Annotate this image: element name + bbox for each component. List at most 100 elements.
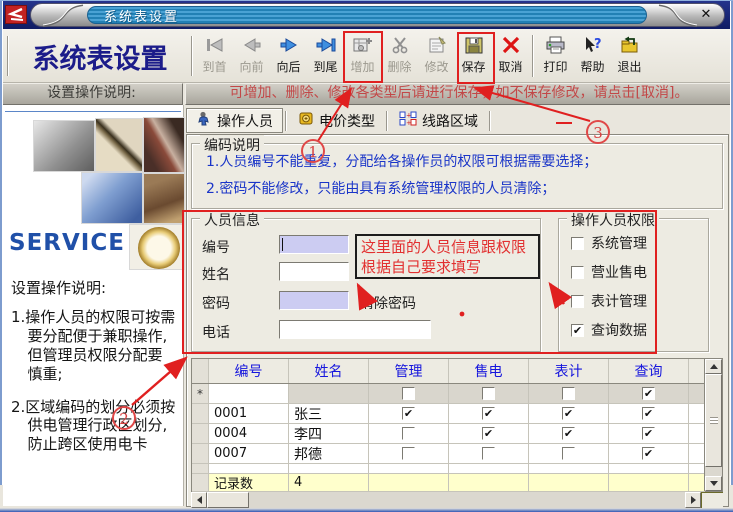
scroll-up-button[interactable] bbox=[705, 359, 722, 374]
checkbox[interactable] bbox=[402, 427, 415, 440]
permission-system-admin[interactable]: 系统管理 bbox=[571, 233, 647, 253]
price-type-icon bbox=[298, 111, 314, 130]
column-header-admin[interactable]: 管理 bbox=[369, 359, 449, 383]
app-window: 系统表设置 ✕ 系统表设置 到首 向前 向后 bbox=[0, 0, 733, 512]
column-header-name[interactable]: 姓名 bbox=[289, 359, 369, 383]
permission-sales[interactable]: 营业售电 bbox=[571, 262, 647, 282]
svg-text:?: ? bbox=[594, 37, 602, 52]
checkbox[interactable]: ✔ bbox=[642, 447, 655, 460]
column-header-sales[interactable]: 售电 bbox=[449, 359, 529, 383]
toolbar-groove bbox=[7, 36, 9, 76]
table-header-row: 编号 姓名 管理 售电 表计 查询 bbox=[192, 359, 705, 384]
table-row[interactable]: 0004 李四 ✔ ✔ ✔ bbox=[192, 424, 705, 444]
page-title: 系统表设置 bbox=[12, 37, 188, 76]
scroll-down-button[interactable] bbox=[705, 476, 722, 491]
checkbox[interactable]: ✔ bbox=[482, 427, 495, 440]
permission-query[interactable]: ✔ 查询数据 bbox=[571, 320, 647, 340]
photo-collage: SERVICE bbox=[5, 111, 181, 269]
phone-field[interactable] bbox=[279, 320, 431, 339]
tab-line-regions[interactable]: ++ 线路区域 bbox=[390, 108, 487, 133]
password-field[interactable] bbox=[279, 291, 349, 310]
window-border-bottom bbox=[0, 508, 733, 512]
toolbar-button-add[interactable]: 增加 bbox=[344, 32, 381, 80]
vertical-scroll-track[interactable] bbox=[705, 374, 722, 476]
table-row[interactable]: 0007 邦德 ✔ bbox=[192, 444, 705, 464]
checkbox[interactable]: ✔ bbox=[562, 427, 575, 440]
toolbar-button-help[interactable]: ? 帮助 bbox=[574, 32, 611, 80]
vertical-scrollbar[interactable] bbox=[704, 359, 722, 491]
scroll-left-button[interactable] bbox=[191, 492, 207, 508]
horizontal-scroll-thumb[interactable] bbox=[207, 492, 249, 508]
edit-note-icon bbox=[426, 32, 448, 58]
checkbox[interactable] bbox=[482, 447, 495, 460]
checkbox[interactable]: ✔ bbox=[642, 387, 655, 400]
sidebar-note-2: 2.区域编码的划分必须按供电管理行政区划分,防止跨区使用电卡 bbox=[11, 398, 177, 455]
field-label-name: 姓名 bbox=[202, 264, 230, 284]
last-arrow-icon bbox=[315, 32, 337, 58]
checkbox[interactable]: ✔ bbox=[642, 427, 655, 440]
save-floppy-icon bbox=[463, 32, 485, 58]
field-label-id: 编号 bbox=[202, 237, 230, 257]
tab-operators[interactable]: 操作人员 bbox=[186, 108, 283, 133]
line-region-icon: ++ bbox=[399, 111, 417, 130]
permission-meter[interactable]: 表计管理 bbox=[571, 291, 647, 311]
coding-note-2: 2.密码不能修改，只能由具有系统管理权限的人员清除； bbox=[192, 171, 722, 198]
table-new-row[interactable]: * ✔ bbox=[192, 384, 705, 404]
scroll-right-button[interactable] bbox=[685, 492, 701, 508]
next-arrow-icon bbox=[278, 32, 300, 58]
window-border-left bbox=[0, 1, 3, 485]
toolbar-button-save[interactable]: 保存 bbox=[455, 32, 492, 80]
column-header-id[interactable]: 编号 bbox=[209, 359, 289, 383]
collage-photo-pens bbox=[143, 117, 185, 173]
vertical-scroll-thumb[interactable] bbox=[705, 374, 722, 467]
horizontal-scroll-track[interactable] bbox=[207, 492, 685, 508]
toolbar-button-prev[interactable]: 向前 bbox=[233, 32, 270, 80]
collage-photo-pen bbox=[95, 118, 143, 172]
checkbox[interactable]: ✔ bbox=[482, 407, 495, 420]
scissors-icon bbox=[389, 32, 411, 58]
toolbar-button-cancel[interactable]: 取消 bbox=[492, 32, 529, 80]
collage-photo-keyboard bbox=[81, 172, 143, 224]
checkbox[interactable] bbox=[571, 237, 584, 250]
toolbar-button-next[interactable]: 向后 bbox=[270, 32, 307, 80]
checkbox[interactable] bbox=[571, 295, 584, 308]
window-title: 系统表设置 bbox=[88, 6, 179, 25]
sidebar: SERVICE 设置操作说明: 1.操作人员的权限可按需要分配便于兼职操作,但管… bbox=[3, 105, 184, 506]
person-info-groupbox: 人员信息 编号 姓名 密码 清除密码 电话 bbox=[191, 218, 541, 352]
id-field[interactable] bbox=[279, 235, 349, 254]
sidebar-note-title: 设置操作说明: bbox=[11, 277, 177, 298]
checkbox[interactable] bbox=[482, 387, 495, 400]
toolbar-button-first[interactable]: 到首 bbox=[196, 32, 233, 80]
scroll-down-icon bbox=[710, 481, 718, 486]
tab-separator bbox=[386, 111, 388, 131]
checkbox[interactable]: ✔ bbox=[571, 324, 584, 337]
checkbox[interactable] bbox=[402, 387, 415, 400]
help-cursor-icon: ? bbox=[581, 32, 605, 58]
horizontal-scrollbar[interactable] bbox=[191, 492, 723, 508]
toolbar-button-last[interactable]: 到尾 bbox=[307, 32, 344, 80]
operator-person-icon bbox=[196, 111, 212, 130]
toolbar-button-print[interactable]: 打印 bbox=[537, 32, 574, 80]
tab-separator bbox=[285, 111, 287, 131]
tab-price-types[interactable]: 电价类型 bbox=[289, 108, 384, 133]
checkbox[interactable] bbox=[571, 266, 584, 279]
permissions-groupbox: 操作人员权限 系统管理 营业售电 表计管理 ✔ 查询数据 bbox=[558, 218, 709, 352]
checkbox[interactable] bbox=[402, 447, 415, 460]
name-field[interactable] bbox=[279, 262, 349, 281]
checkbox[interactable]: ✔ bbox=[402, 407, 415, 420]
close-button[interactable]: ✕ bbox=[698, 7, 714, 23]
groupbox-title: 人员信息 bbox=[200, 210, 264, 230]
checkbox[interactable]: ✔ bbox=[562, 407, 575, 420]
checkbox[interactable] bbox=[562, 447, 575, 460]
column-header-meter[interactable]: 表计 bbox=[529, 359, 609, 383]
table-empty-row[interactable] bbox=[192, 464, 705, 474]
sidebar-note-1: 1.操作人员的权限可按需要分配便于兼职操作,但管理员权限分配要慎重; bbox=[11, 308, 177, 384]
toolbar-button-modify[interactable]: 修改 bbox=[418, 32, 455, 80]
checkbox[interactable] bbox=[562, 387, 575, 400]
toolbar-button-delete[interactable]: 删除 bbox=[381, 32, 418, 80]
toolbar-button-exit[interactable]: 退出 bbox=[611, 32, 648, 80]
table-row[interactable]: 0001 张三 ✔ ✔ ✔ ✔ bbox=[192, 404, 705, 424]
collage-photo-watch bbox=[129, 224, 185, 270]
column-header-query[interactable]: 查询 bbox=[609, 359, 689, 383]
checkbox[interactable]: ✔ bbox=[642, 407, 655, 420]
